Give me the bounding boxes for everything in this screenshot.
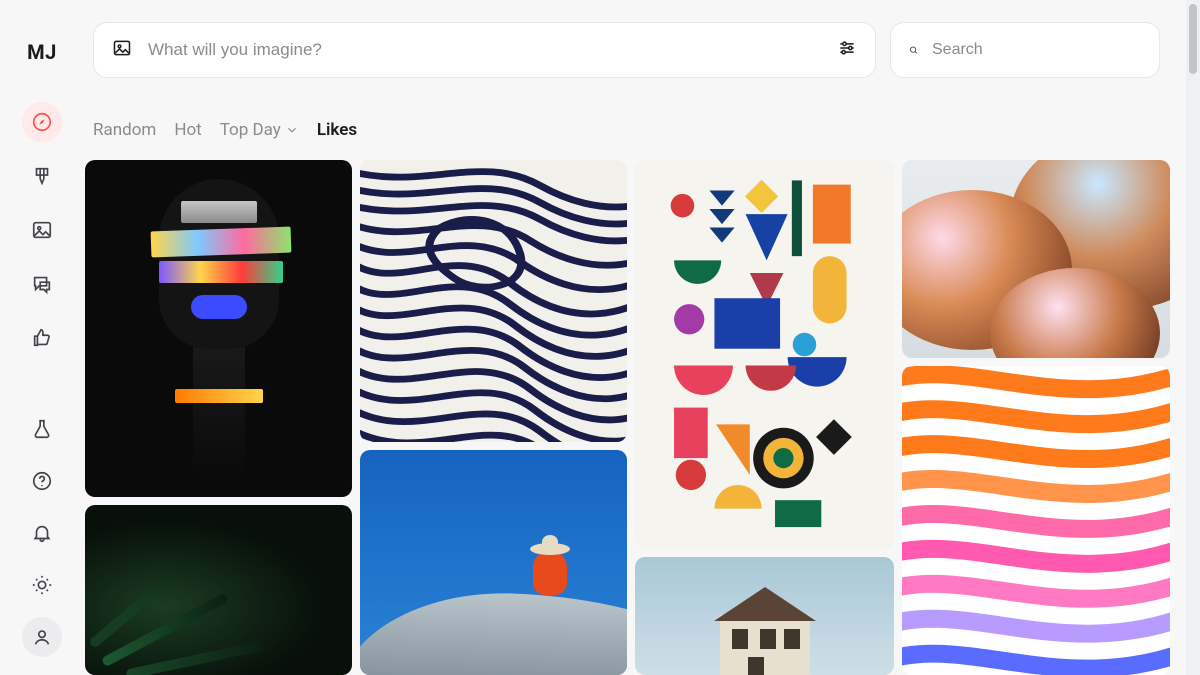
- search-bar[interactable]: [890, 22, 1160, 78]
- page-scrollbar[interactable]: [1186, 0, 1200, 675]
- gallery-col-1: [85, 160, 352, 675]
- tab-random[interactable]: Random: [93, 120, 156, 140]
- sidebar-item-labs[interactable]: [22, 409, 62, 449]
- sidebar-item-chat[interactable]: [22, 264, 62, 304]
- filter-tabs: Random Hot Top Day Likes: [93, 120, 357, 140]
- image-icon: [31, 219, 53, 241]
- gallery-col-4: [902, 160, 1170, 675]
- thumbs-up-icon: [31, 327, 53, 349]
- tab-likes[interactable]: Likes: [317, 120, 357, 140]
- image-icon: [112, 38, 132, 62]
- search-icon: [909, 40, 918, 60]
- sidebar-item-explore[interactable]: [22, 102, 62, 142]
- imagine-input[interactable]: [146, 39, 823, 61]
- gallery-col-2: [360, 160, 627, 675]
- gallery-tile-monk[interactable]: [360, 450, 627, 675]
- search-input[interactable]: [930, 40, 1141, 60]
- chevron-down-icon: [285, 123, 299, 137]
- sliders-icon: [837, 38, 857, 58]
- flask-icon: [31, 418, 53, 440]
- sidebar-item-like[interactable]: [22, 318, 62, 358]
- paintbrush-icon: [31, 165, 53, 187]
- chat-icon: [31, 273, 53, 295]
- gallery-tile-stones[interactable]: [902, 160, 1170, 358]
- scrollbar-thumb[interactable]: [1189, 4, 1197, 74]
- sidebar-item-theme[interactable]: [22, 565, 62, 605]
- user-icon: [31, 626, 53, 648]
- gallery-tile-house[interactable]: [635, 557, 894, 675]
- sidebar-nav-top: [22, 102, 62, 358]
- gallery-tile-painted-face[interactable]: [85, 160, 352, 497]
- sun-icon: [31, 574, 53, 596]
- compass-icon: [31, 111, 53, 133]
- sidebar-item-account[interactable]: [22, 617, 62, 657]
- artwork-placeholder: [129, 179, 309, 479]
- brand-logo[interactable]: MJ: [27, 40, 57, 64]
- gallery-tile-waves[interactable]: [902, 366, 1170, 675]
- gallery-col-3: [635, 160, 894, 675]
- gallery-tile-foliage[interactable]: [85, 505, 352, 675]
- gallery-tile-stripes[interactable]: [360, 160, 627, 442]
- tab-top-day-label: Top Day: [220, 120, 281, 140]
- sidebar: MJ: [0, 0, 84, 675]
- tab-top-day[interactable]: Top Day: [220, 120, 299, 140]
- gallery-tile-shapes[interactable]: [635, 160, 894, 549]
- sidebar-item-notifications[interactable]: [22, 513, 62, 553]
- sidebar-nav-bottom: [22, 409, 62, 657]
- tab-hot[interactable]: Hot: [174, 120, 201, 140]
- sidebar-item-create[interactable]: [22, 156, 62, 196]
- header: [93, 22, 1160, 78]
- gallery: [85, 160, 1172, 675]
- help-icon: [31, 470, 53, 492]
- bell-icon: [31, 522, 53, 544]
- prompt-settings-button[interactable]: [837, 38, 857, 62]
- sidebar-item-help[interactable]: [22, 461, 62, 501]
- sidebar-item-gallery[interactable]: [22, 210, 62, 250]
- imagine-bar[interactable]: [93, 22, 876, 78]
